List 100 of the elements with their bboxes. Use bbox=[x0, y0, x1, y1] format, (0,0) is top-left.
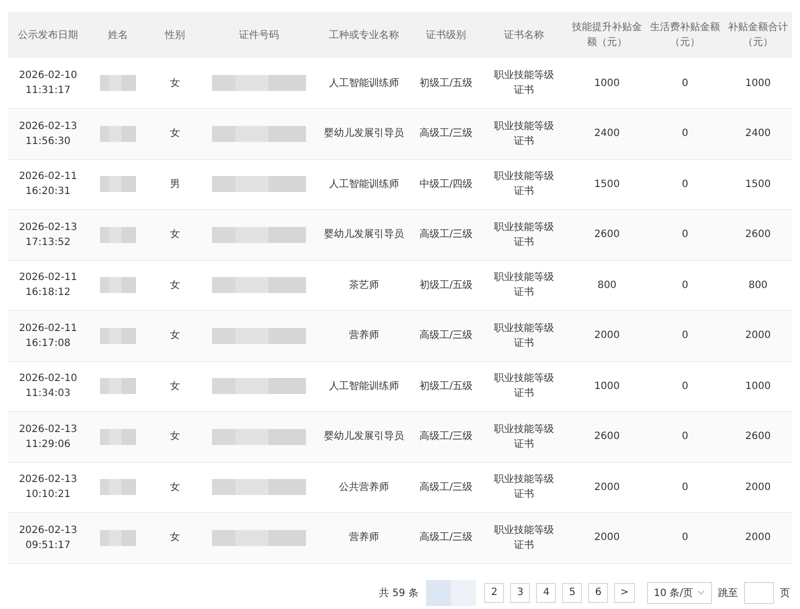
table-cell-text: 公共营养师 bbox=[339, 480, 389, 495]
table-cell-text: 中级工/四级 bbox=[419, 178, 473, 192]
table-cell-text: 1000 bbox=[594, 380, 620, 394]
table-cell-text: 职业技能等级证书 bbox=[493, 170, 555, 200]
redacted-block bbox=[100, 479, 136, 496]
table-cell-text: 婴幼儿发展引导员 bbox=[324, 126, 404, 142]
page-button[interactable]: 2 bbox=[484, 582, 504, 602]
redacted-block bbox=[100, 226, 136, 243]
date-time-cell-text: 2026-02-13 11:29:06 bbox=[18, 422, 78, 452]
date-time-cell-text: 2026-02-11 16:18:12 bbox=[18, 271, 78, 300]
table-cell-text: 2000 bbox=[594, 329, 620, 344]
page-input[interactable] bbox=[744, 582, 774, 604]
page-button[interactable]: 4 bbox=[536, 582, 556, 602]
table-cell-text: 初级工/五级 bbox=[419, 76, 473, 90]
table-cell-text: 高级工/三级 bbox=[419, 228, 473, 242]
column-header: 性别 bbox=[148, 12, 202, 58]
table-cell-text: 2000 bbox=[594, 480, 620, 495]
table-cell-text: 职业技能等级证书 bbox=[493, 472, 555, 502]
table-cell-text: 婴幼儿发展引导员 bbox=[324, 430, 404, 444]
table-cell-text: 职业技能等级证书 bbox=[493, 68, 555, 98]
redacted-block bbox=[100, 378, 136, 394]
table-cell-text: 0 bbox=[682, 228, 688, 242]
table-cell-text: 职业技能等级证书 bbox=[493, 322, 555, 351]
table-cell-text: 2600 bbox=[745, 430, 771, 444]
table-cell-text: 女 bbox=[170, 329, 180, 344]
table-cell-text: 人工智能训练师 bbox=[329, 380, 399, 394]
caret-icon bbox=[697, 590, 705, 595]
table-cell-text: 2600 bbox=[594, 430, 620, 444]
column-header: 证书名称 bbox=[480, 12, 568, 58]
table-cell-text: 职业技能等级证书 bbox=[493, 120, 555, 149]
table-cell-text: 0 bbox=[682, 430, 688, 444]
table-cell-text: 0 bbox=[682, 278, 688, 293]
redacted-block bbox=[426, 580, 476, 606]
date-time-cell-text: 2026-02-13 11:56:30 bbox=[18, 120, 78, 149]
table-cell-text: 初级工/五级 bbox=[419, 380, 473, 394]
table-cell-text: 女 bbox=[170, 278, 180, 293]
table-cell-text: 女 bbox=[170, 76, 180, 90]
table-cell-text: 女 bbox=[170, 531, 180, 546]
table-cell-text: 高级工/三级 bbox=[419, 530, 473, 546]
table-cell-text: 婴幼儿发展引导员 bbox=[324, 228, 404, 242]
column-header: 证书级别 bbox=[412, 12, 480, 58]
date-time-cell-text: 2026-02-10 11:31:17 bbox=[18, 69, 78, 98]
page-button[interactable]: 5 bbox=[562, 582, 582, 602]
table-cell-text: 女 bbox=[170, 380, 180, 394]
redacted-block bbox=[100, 75, 136, 91]
table-cell-text: 2000 bbox=[745, 531, 771, 546]
table-cell-text: 0 bbox=[682, 480, 688, 495]
table-cell-text: 营养师 bbox=[349, 530, 379, 546]
table-cell-text: 1500 bbox=[594, 178, 620, 192]
date-time-cell-text: 2026-02-10 11:34:03 bbox=[18, 372, 78, 402]
date-time-cell-text: 2026-02-13 17:13:52 bbox=[18, 220, 78, 250]
column-header: 生活费补贴金额（元） bbox=[646, 12, 724, 58]
redacted-block bbox=[100, 176, 136, 192]
page-size-select[interactable]: 10 条/页 bbox=[646, 582, 712, 604]
table-cell-text: 高级工/三级 bbox=[419, 430, 473, 444]
table-cell-text: 1000 bbox=[745, 76, 771, 90]
table-cell-text: 女 bbox=[170, 127, 180, 142]
table-cell-text: 1000 bbox=[594, 76, 620, 90]
table-cell-text: 女 bbox=[170, 228, 180, 242]
table-cell-text: 800 bbox=[597, 278, 617, 293]
page-suffix: 页 bbox=[780, 586, 790, 600]
table-cell-text: 职业技能等级证书 bbox=[493, 270, 555, 300]
table-cell-text: 高级工/三级 bbox=[419, 328, 473, 344]
redacted-block bbox=[100, 277, 136, 294]
table-cell-text: 高级工/三级 bbox=[419, 126, 473, 142]
table-cell-text: 0 bbox=[682, 178, 688, 192]
table-cell-text: 0 bbox=[682, 127, 688, 142]
table-cell-text: 2000 bbox=[745, 329, 771, 344]
page-button[interactable]: 6 bbox=[588, 582, 608, 602]
table-cell-text: 800 bbox=[748, 278, 768, 293]
redacted-block bbox=[100, 428, 136, 445]
table-cell-text: 2400 bbox=[594, 127, 620, 142]
table-cell-text: 1000 bbox=[745, 380, 771, 394]
column-header: 技能提升补贴金额（元） bbox=[568, 12, 646, 58]
next-page-button[interactable]: > bbox=[614, 582, 635, 602]
redacted-block bbox=[100, 530, 136, 546]
table-cell-text: 1500 bbox=[745, 178, 771, 192]
table-cell-text: 职业技能等级证书 bbox=[493, 372, 555, 402]
table-cell-text: 人工智能训练师 bbox=[329, 76, 399, 90]
table-cell-text: 0 bbox=[682, 531, 688, 546]
table-cell-text: 0 bbox=[682, 329, 688, 344]
jump-label: 跳至 bbox=[718, 586, 738, 600]
table-cell-text: 2600 bbox=[594, 228, 620, 242]
table-cell-text: 0 bbox=[682, 76, 688, 90]
column-header: 证件号码 bbox=[202, 12, 316, 58]
column-header: 姓名 bbox=[88, 12, 148, 58]
table-cell-text: 女 bbox=[170, 480, 180, 495]
table-cell-text: 茶艺师 bbox=[349, 278, 379, 293]
table-cell-text: 2000 bbox=[745, 480, 771, 495]
table-cell-text: 2400 bbox=[745, 127, 771, 142]
table-cell-text: 高级工/三级 bbox=[419, 480, 473, 495]
table-cell-text: 男 bbox=[170, 178, 180, 192]
table-cell-text: 初级工/五级 bbox=[419, 278, 473, 293]
table-cell-text: 0 bbox=[682, 380, 688, 394]
table-cell-text: 2000 bbox=[594, 531, 620, 546]
table-cell-text: 2600 bbox=[745, 228, 771, 242]
page-button[interactable]: 3 bbox=[510, 582, 530, 602]
table-cell-text: 营养师 bbox=[349, 328, 379, 344]
total-count: 共 59 条 bbox=[379, 586, 418, 600]
date-time-cell-text: 2026-02-11 16:20:31 bbox=[18, 170, 78, 200]
